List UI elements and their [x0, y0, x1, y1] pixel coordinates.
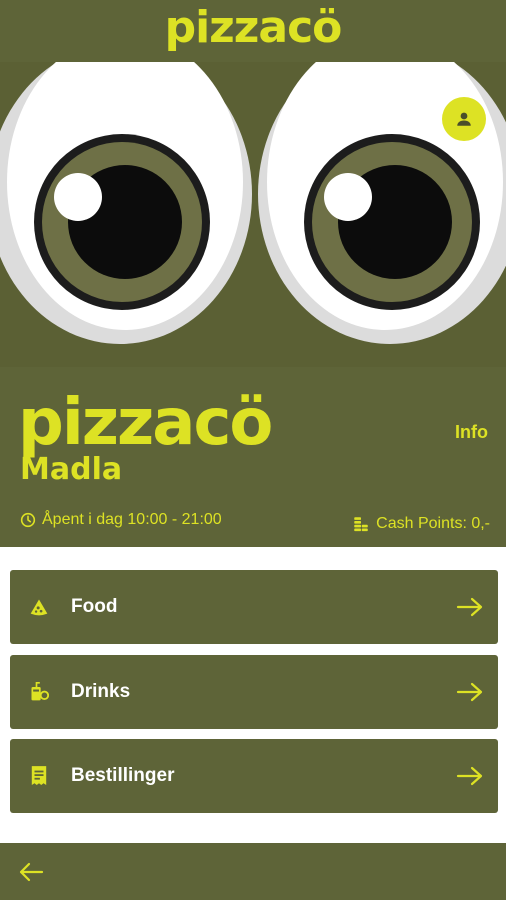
restaurant-info-panel: pizzacö Madla Info Åpent i dag 10:00 - 2… [0, 367, 506, 547]
person-icon [457, 112, 471, 126]
pizza-slice-icon [27, 595, 51, 619]
opening-hours: Åpent i dag 10:00 - 21:00 [20, 511, 222, 529]
info-link[interactable]: Info [455, 422, 488, 443]
menu-item-label: Food [71, 596, 118, 617]
hero-banner [0, 62, 506, 367]
menu-item-drinks[interactable]: Drinks [10, 655, 498, 729]
restaurant-location: Madla [20, 452, 123, 487]
coins-icon [354, 517, 368, 532]
arrow-right-icon [456, 596, 484, 618]
clock-icon [20, 512, 36, 528]
back-arrow-icon[interactable] [18, 862, 44, 882]
cash-points-text: Cash Points: 0,- [376, 515, 490, 532]
bottom-bar [0, 843, 506, 900]
drink-icon [27, 680, 51, 704]
app-logo: pizzacö [164, 2, 343, 53]
arrow-right-icon [456, 765, 484, 787]
arrow-right-icon [456, 681, 484, 703]
menu-item-bestillinger[interactable]: Bestillinger [10, 739, 498, 813]
cash-points: Cash Points: 0,- [352, 515, 490, 533]
profile-button[interactable] [442, 97, 486, 141]
menu-item-food[interactable]: Food [10, 570, 498, 644]
menu-item-label: Drinks [71, 681, 131, 702]
hero-eyes-illustration [0, 62, 506, 367]
opening-hours-text: Åpent i dag 10:00 - 21:00 [42, 511, 222, 528]
top-bar: pizzacö [0, 0, 506, 62]
receipt-icon [27, 764, 51, 788]
restaurant-brand-logo: pizzacö [18, 386, 273, 460]
menu-item-label: Bestillinger [71, 765, 175, 786]
